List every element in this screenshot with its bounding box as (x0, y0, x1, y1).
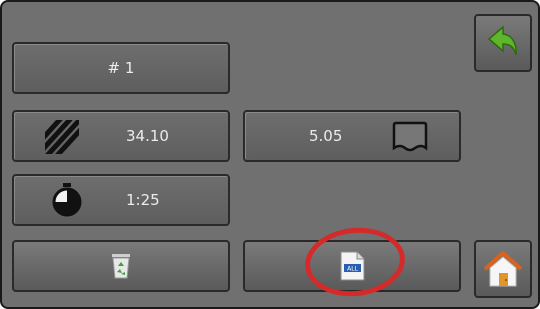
field-number-button[interactable]: # 1 (12, 42, 230, 94)
area-applied-display[interactable]: 34.10 (12, 110, 230, 162)
field-number-label: # 1 (107, 59, 135, 77)
recycle-bin-icon (112, 254, 130, 279)
hatched-area-icon (45, 120, 79, 154)
delete-job-button[interactable] (12, 240, 230, 292)
home-icon (483, 251, 523, 287)
application-time-display[interactable]: 1:25 (12, 174, 230, 226)
time-value: 1:25 (126, 191, 160, 209)
stopwatch-icon (52, 183, 82, 217)
back-arrow-icon (487, 25, 517, 56)
back-button[interactable] (474, 14, 532, 72)
volume-value: 5.05 (309, 127, 343, 145)
home-button[interactable] (474, 240, 532, 298)
volume-applied-display[interactable]: 5.05 (243, 110, 461, 162)
tank-icon (392, 121, 428, 152)
area-value: 34.10 (126, 127, 169, 145)
job-summary-screen: # 1 34.10 5.05 1:25 ALL (0, 0, 540, 309)
